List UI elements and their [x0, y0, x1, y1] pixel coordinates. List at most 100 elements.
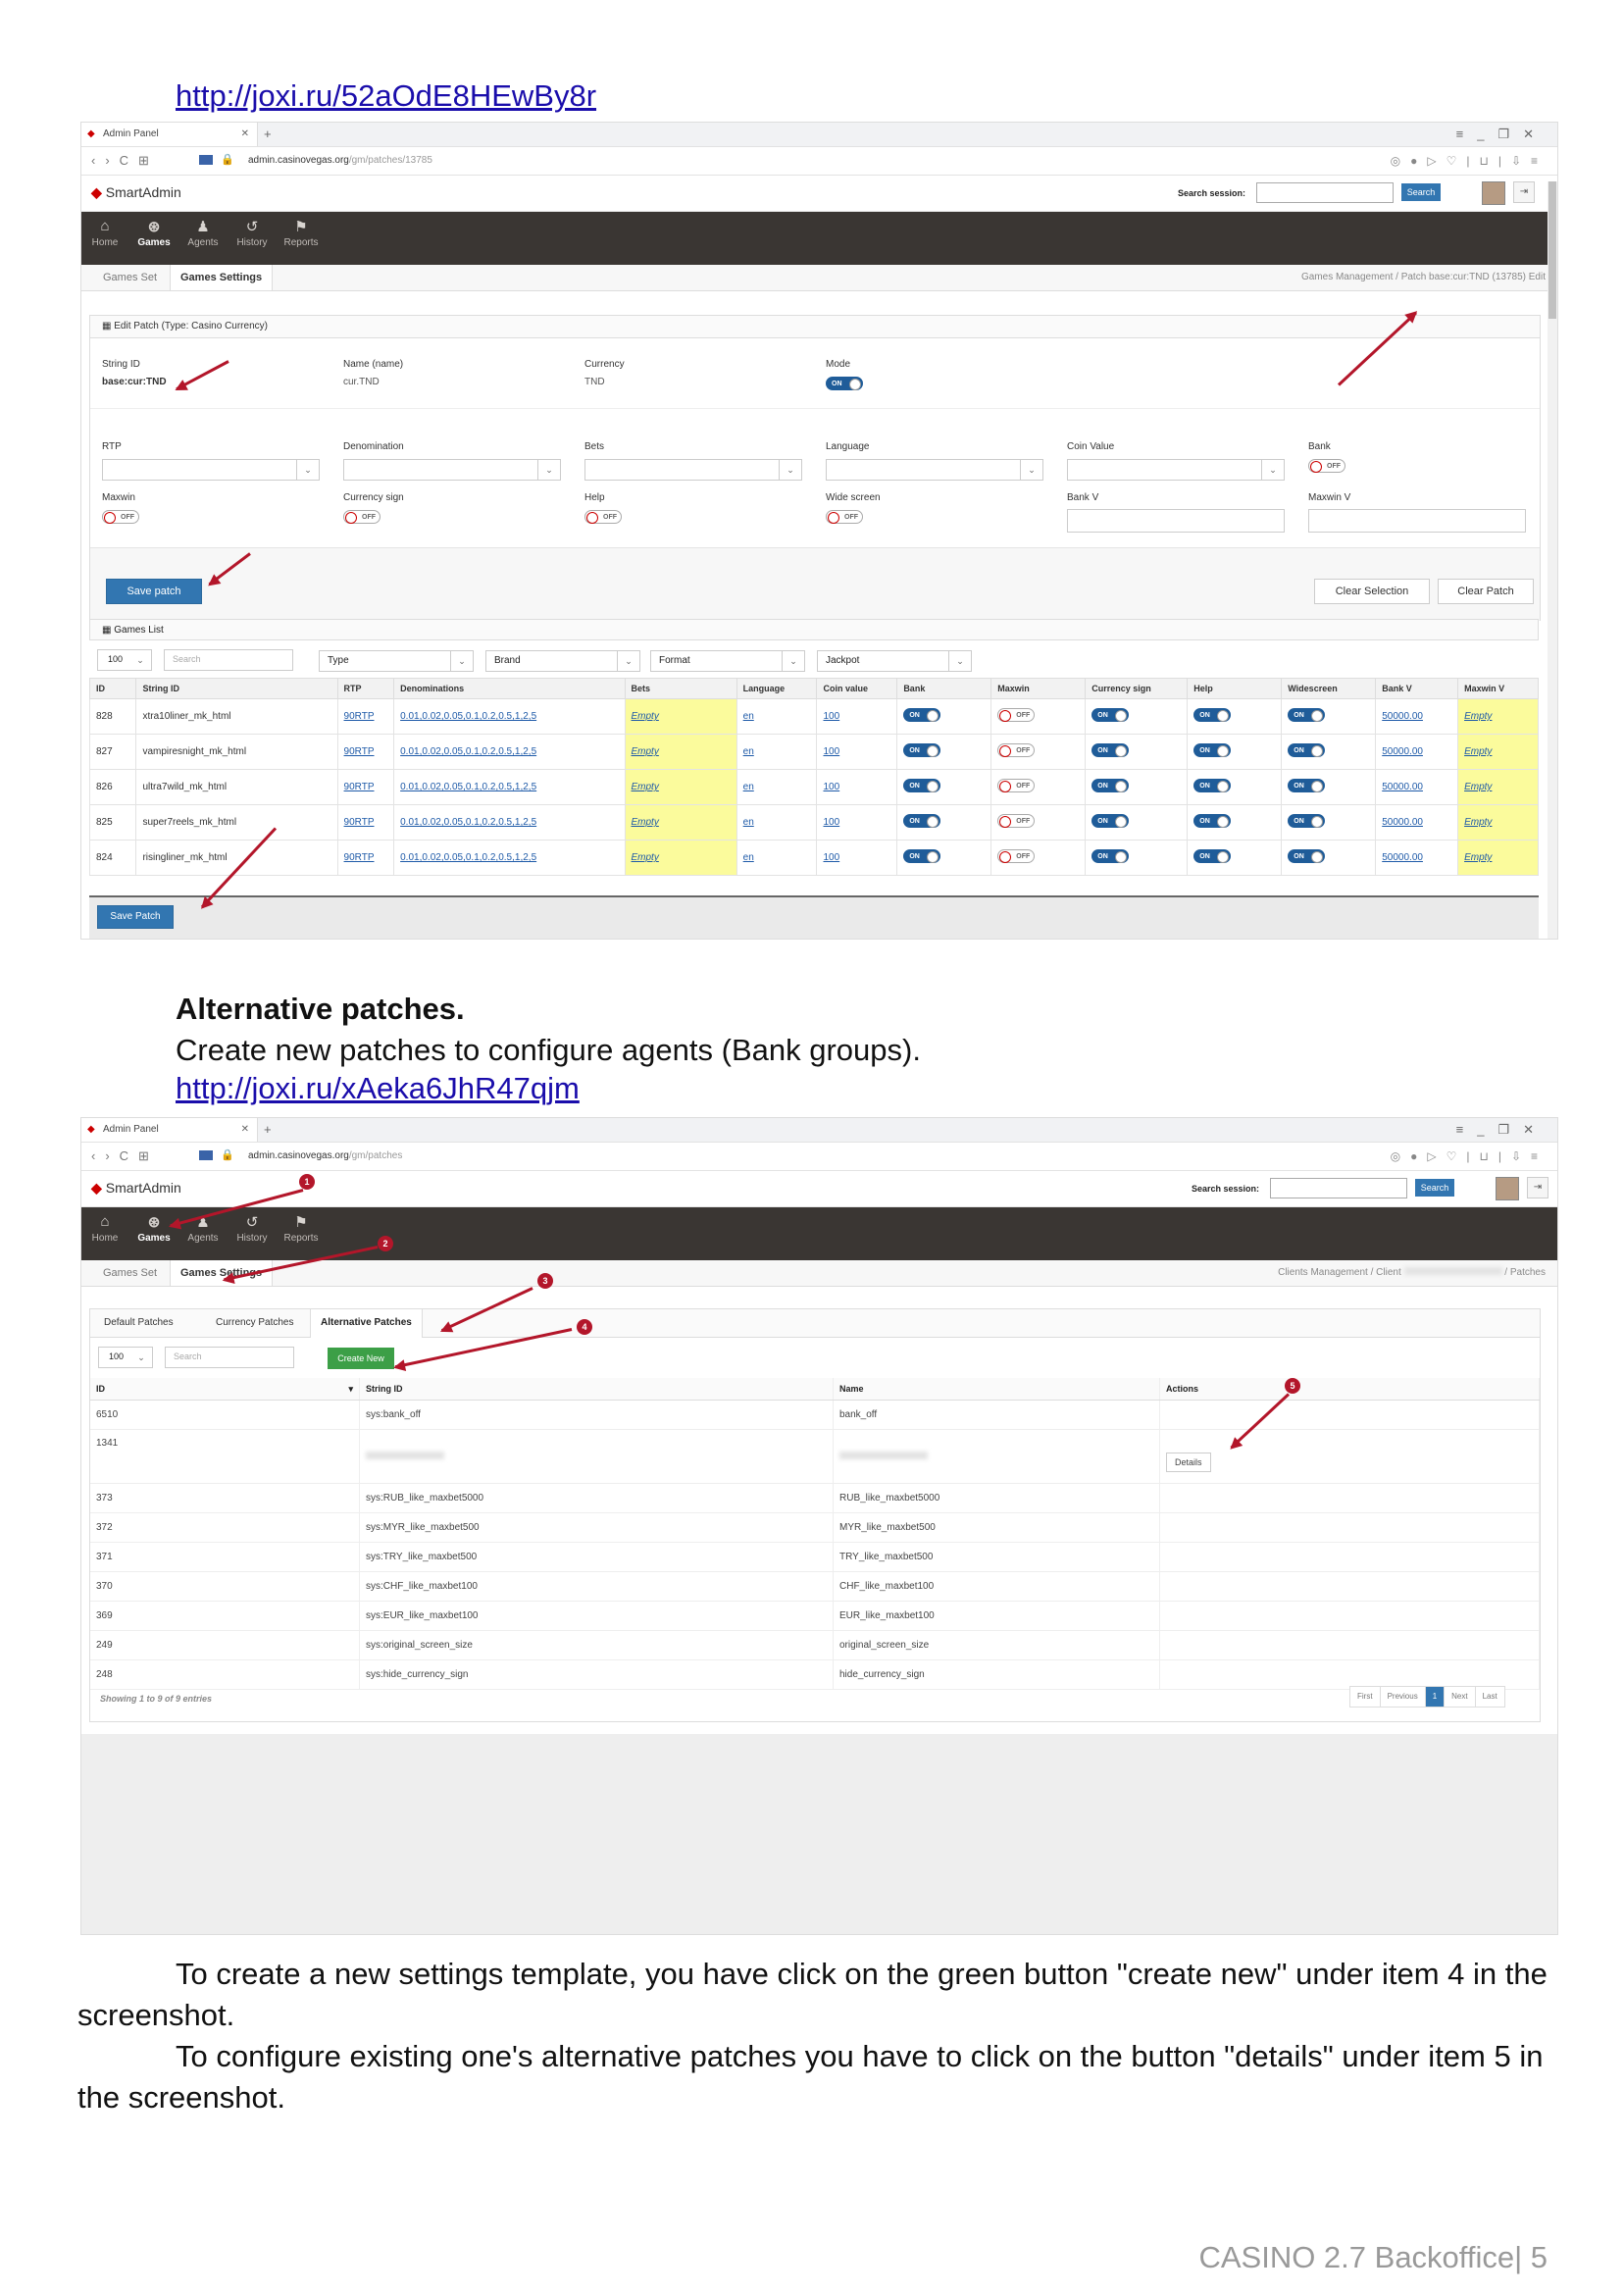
page-first[interactable]: First	[1350, 1687, 1381, 1707]
browser-toolbar-icons[interactable]: ◎●▷♡|⊔|⇩≡	[1391, 147, 1548, 175]
toggle-on[interactable]: ON	[1288, 814, 1326, 828]
scrollbar[interactable]	[1548, 181, 1557, 939]
bank-toggle[interactable]: OFF	[1308, 459, 1345, 473]
cell-language[interactable]: en	[736, 769, 818, 805]
clear-selection-button[interactable]: Clear Selection	[1314, 579, 1430, 604]
cell-rtp[interactable]: 90RTP	[336, 734, 395, 770]
cell-coin-value[interactable]: 100	[816, 840, 898, 876]
save-patch-button[interactable]: Save patch	[106, 579, 202, 604]
cell-maxwin-v[interactable]: Empty	[1457, 840, 1539, 876]
cell-maxwin-v[interactable]: Empty	[1457, 804, 1539, 841]
tab-alternative-patches[interactable]: Alternative Patches	[310, 1309, 423, 1338]
cell-denominations[interactable]: 0.01,0.02,0.05,0.1,0.2,0.5,1,2,5	[393, 804, 626, 841]
window-controls[interactable]: ≡_❐✕	[1456, 1118, 1548, 1142]
cell-coin-value[interactable]: 100	[816, 804, 898, 841]
bets-select[interactable]: ⌄	[584, 459, 802, 481]
toggle-off[interactable]: OFF	[997, 814, 1036, 828]
menu-reports[interactable]: ⚑ Reports	[278, 1213, 325, 1244]
cell-denominations[interactable]: 0.01,0.02,0.05,0.1,0.2,0.5,1,2,5	[393, 698, 626, 735]
menu-home[interactable]: ⌂ Home	[81, 1213, 128, 1244]
col-coin-value[interactable]: Coin value	[816, 678, 898, 699]
cell-language[interactable]: en	[736, 734, 818, 770]
col-id[interactable]: ID ▾	[90, 1378, 360, 1401]
mode-toggle[interactable]: ON	[826, 377, 863, 390]
nav-buttons[interactable]: ‹›C⊞	[91, 1143, 159, 1170]
toggle-off[interactable]: OFF	[997, 743, 1036, 757]
col-bank[interactable]: Bank	[896, 678, 992, 699]
wide-screen-toggle[interactable]: OFF	[826, 510, 863, 524]
col-string-id[interactable]: String ID	[359, 1378, 834, 1401]
cell-coin-value[interactable]: 100	[816, 698, 898, 735]
toggle-off[interactable]: OFF	[997, 849, 1036, 863]
toggle-on[interactable]: ON	[1193, 779, 1232, 792]
cell-bets[interactable]: Empty	[624, 734, 737, 770]
cell-bets[interactable]: Empty	[624, 769, 737, 805]
toggle-on[interactable]: ON	[1193, 708, 1232, 722]
denomination-select[interactable]: ⌄	[343, 459, 561, 481]
toggle-on[interactable]: ON	[903, 743, 941, 757]
url-field[interactable]: admin.casinovegas.org/gm/patches	[248, 1143, 402, 1170]
page-size-select[interactable]: 100 ⌄	[98, 1347, 153, 1368]
col-maxwin[interactable]: Maxwin	[990, 678, 1087, 699]
cell-rtp[interactable]: 90RTP	[336, 769, 395, 805]
menu-home[interactable]: ⌂ Home	[81, 218, 128, 248]
jackpot-filter-select[interactable]: Jackpot ⌄	[817, 650, 972, 672]
toggle-on[interactable]: ON	[1193, 849, 1232, 863]
cell-maxwin-v[interactable]: Empty	[1457, 769, 1539, 805]
avatar[interactable]	[1496, 1177, 1519, 1200]
nav-buttons[interactable]: ‹›C⊞	[91, 147, 159, 175]
toggle-on[interactable]: ON	[903, 814, 941, 828]
page-size-select[interactable]: 100 ⌄	[97, 649, 152, 671]
toggle-on[interactable]: ON	[903, 849, 941, 863]
cell-bank-v[interactable]: 50000.00	[1375, 769, 1459, 805]
maxwin-toggle[interactable]: OFF	[102, 510, 139, 524]
col-currency-sign[interactable]: Currency sign	[1085, 678, 1189, 699]
tab-games-set[interactable]: Games Set	[93, 1260, 167, 1286]
type-filter-select[interactable]: Type ⌄	[319, 650, 474, 672]
menu-history[interactable]: ↺ History	[228, 1213, 276, 1244]
col-bets[interactable]: Bets	[624, 678, 737, 699]
browser-tab[interactable]: ◆ Admin Panel ✕	[81, 1118, 258, 1142]
logout-icon[interactable]: ⇥	[1527, 1177, 1548, 1198]
col-widescreen[interactable]: Widescreen	[1281, 678, 1377, 699]
create-new-button[interactable]: Create New	[328, 1348, 394, 1369]
new-tab-icon[interactable]: +	[264, 123, 272, 146]
search-session-input[interactable]	[1256, 182, 1394, 203]
cell-denominations[interactable]: 0.01,0.02,0.05,0.1,0.2,0.5,1,2,5	[393, 840, 626, 876]
toggle-on[interactable]: ON	[1288, 743, 1326, 757]
col-bank-v[interactable]: Bank V	[1375, 678, 1459, 699]
col-help[interactable]: Help	[1187, 678, 1283, 699]
col-string-id[interactable]: String ID	[135, 678, 338, 699]
new-tab-icon[interactable]: +	[264, 1118, 272, 1142]
search-button[interactable]: Search	[1401, 183, 1441, 201]
browser-tab[interactable]: ◆ Admin Panel ✕	[81, 123, 258, 146]
joxi-link-2[interactable]: http://joxi.ru/xAeka6JhR47qjm	[176, 1071, 580, 1106]
details-button[interactable]: Details	[1166, 1453, 1211, 1472]
menu-games[interactable]: ⊛ Games	[130, 218, 178, 248]
col-id[interactable]: ID	[88, 678, 137, 699]
coin-value-select[interactable]: ⌄	[1067, 459, 1285, 481]
toggle-on[interactable]: ON	[1091, 779, 1130, 792]
page-next[interactable]: Next	[1445, 1687, 1476, 1707]
col-rtp[interactable]: RTP	[336, 678, 395, 699]
page-1[interactable]: 1	[1425, 1687, 1446, 1707]
toggle-on[interactable]: ON	[1091, 814, 1130, 828]
page-last[interactable]: Last	[1476, 1687, 1504, 1707]
toggle-on[interactable]: ON	[1288, 779, 1326, 792]
cell-maxwin-v[interactable]: Empty	[1457, 734, 1539, 770]
col-language[interactable]: Language	[736, 678, 818, 699]
tab-games-settings[interactable]: Games Settings	[170, 265, 274, 290]
maxwin-v-input[interactable]	[1308, 509, 1526, 533]
help-toggle[interactable]: OFF	[584, 510, 622, 524]
close-tab-icon[interactable]: ✕	[241, 1118, 249, 1142]
toggle-on[interactable]: ON	[1193, 814, 1232, 828]
cell-rtp[interactable]: 90RTP	[336, 840, 395, 876]
format-filter-select[interactable]: Format ⌄	[650, 650, 805, 672]
toggle-on[interactable]: ON	[1091, 849, 1130, 863]
toggle-on[interactable]: ON	[1288, 849, 1326, 863]
browser-toolbar-icons[interactable]: ◎●▷♡|⊔|⇩≡	[1391, 1143, 1548, 1170]
joxi-link-1[interactable]: http://joxi.ru/52aOdE8HEwBy8r	[176, 78, 596, 114]
cell-bank-v[interactable]: 50000.00	[1375, 734, 1459, 770]
col-denominations[interactable]: Denominations	[393, 678, 626, 699]
toggle-on[interactable]: ON	[903, 708, 941, 722]
